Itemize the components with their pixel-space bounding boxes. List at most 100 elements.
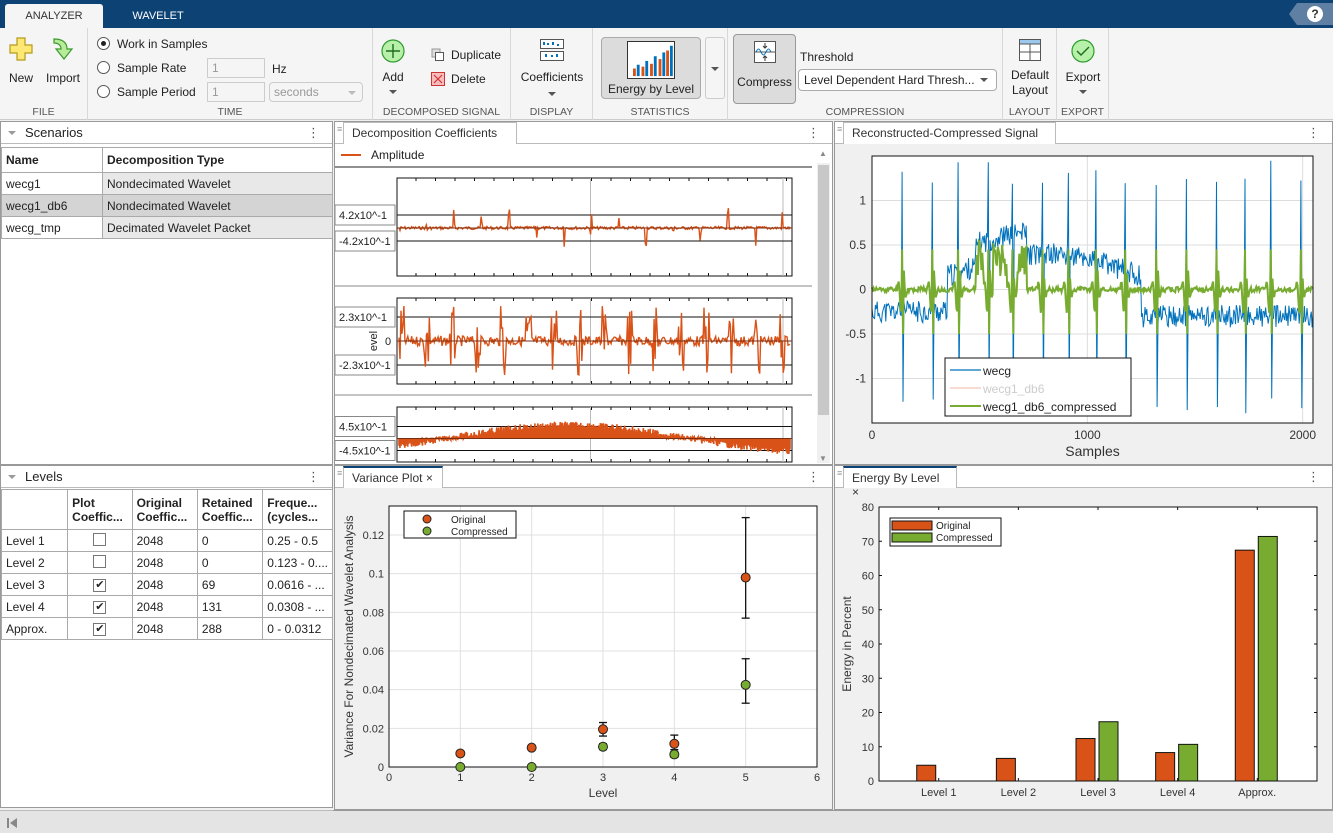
threshold-label: Threshold: [800, 50, 854, 64]
collapse-icon[interactable]: [8, 131, 16, 135]
import-button[interactable]: Import: [42, 36, 84, 85]
import-arrow-icon: [53, 38, 74, 60]
checkbox[interactable]: [93, 532, 107, 546]
scenarios-title: Scenarios: [25, 125, 83, 140]
plot-checkbox-cell[interactable]: [67, 551, 133, 574]
tab-analyzer[interactable]: ANALYZER: [5, 4, 103, 28]
new-button[interactable]: New: [2, 36, 40, 85]
level-name: Level 4: [0, 595, 69, 618]
collapse-left-icon[interactable]: [6, 817, 18, 829]
scenario-name[interactable]: wecg1: [1, 172, 103, 195]
checkbox-checked[interactable]: ✔: [93, 601, 107, 614]
frequency-range: 0.25 - 0.5: [262, 529, 333, 552]
panel-menu-icon[interactable]: ⋮: [1307, 469, 1320, 485]
sample-period-input[interactable]: 1: [207, 82, 265, 102]
compression-section: Compress Threshold Level Dependent Hard …: [728, 28, 1003, 120]
tab-wavelet[interactable]: WAVELET: [108, 4, 208, 28]
x-tick-label: 2000: [1289, 428, 1316, 442]
threshold-lower-label: -4.5x10^-1: [339, 446, 391, 458]
sample-period-unit-dropdown[interactable]: seconds: [269, 82, 363, 102]
layout-label: Layout: [1011, 83, 1049, 97]
level-name: Level 1: [0, 529, 69, 552]
checkbox-checked[interactable]: ✔: [93, 623, 107, 636]
collapse-icon[interactable]: [8, 475, 16, 479]
reconstructed-chart: -1 -0.5 0 0.5 1 0 1000 2000 wecg wecg1_db6 wecg1_d…: [845, 155, 1316, 459]
panel-menu-icon[interactable]: ⋮: [307, 125, 320, 141]
plot-checkbox-cell[interactable]: [67, 529, 133, 552]
help-button[interactable]: ?: [1289, 3, 1333, 25]
plot-checkbox-cell[interactable]: ✔: [67, 617, 133, 640]
status-bar-right: [333, 810, 1333, 833]
x-axis-label: Level: [589, 786, 618, 800]
column-header-name[interactable]: Name: [1, 147, 103, 173]
x-tick-label: 4: [671, 772, 677, 784]
drag-handle-icon[interactable]: ≡: [837, 124, 842, 134]
y-tick-label: 40: [862, 639, 874, 651]
legend-label: Compressed: [451, 527, 508, 538]
table-row[interactable]: wecg1 Nondecimated Wavelet: [1, 172, 333, 195]
table-row[interactable]: Level 1 2048 0 0.25 - 0.5: [0, 529, 333, 552]
time-section-label: TIME: [217, 106, 243, 118]
column-header-frequency[interactable]: Freque... (cycles...: [262, 489, 333, 530]
sample-period-radio[interactable]: Sample Period: [97, 85, 196, 99]
drag-handle-icon[interactable]: ≡: [337, 468, 342, 478]
table-row[interactable]: wecg_tmp Decimated Wavelet Packet: [1, 216, 333, 239]
retained-count: 131: [196, 595, 264, 618]
compress-button[interactable]: Compress: [733, 34, 796, 104]
duplicate-icon: [431, 48, 444, 61]
plot-checkbox-cell[interactable]: ✔: [67, 595, 133, 618]
table-row[interactable]: Level 3 ✔ 2048 69 0.0616 - ...: [0, 573, 333, 596]
column-header-plot[interactable]: Plot Coeffic...: [67, 489, 133, 530]
plot-checkbox-cell[interactable]: ✔: [67, 573, 133, 596]
scenario-name[interactable]: wecg1_db6: [1, 194, 103, 217]
tab-variance-plot[interactable]: Variance Plot ×: [343, 466, 443, 488]
table-row[interactable]: Approx. ✔ 2048 288 0 - 0.0312: [0, 617, 333, 640]
bar: [916, 764, 937, 782]
column-header-original[interactable]: Original Coeffic...: [131, 489, 198, 530]
column-header-retained[interactable]: Retained Coeffic...: [196, 489, 264, 530]
panel-menu-icon[interactable]: ⋮: [307, 469, 320, 485]
work-in-samples-radio[interactable]: Work in Samples: [97, 37, 207, 51]
y-tick-label: 0.02: [363, 723, 384, 735]
tab-energy-by-level[interactable]: Energy By Level ×: [843, 466, 957, 499]
statistics-gallery-dropdown[interactable]: [705, 37, 725, 99]
close-icon[interactable]: ×: [426, 471, 433, 485]
scenarios-panel: Scenarios ⋮ Name Decomposition Type wecg1…: [0, 121, 333, 465]
checkbox-checked[interactable]: ✔: [93, 579, 107, 592]
threshold-dropdown[interactable]: Level Dependent Hard Thresh...: [798, 69, 997, 91]
level-name: Level 3: [0, 573, 69, 596]
scenarios-table: Name Decomposition Type wecg1 Nondecimated…: [1, 147, 333, 239]
sample-rate-input[interactable]: 1: [207, 58, 265, 78]
y-tick-label: 50: [862, 605, 874, 617]
bar: [1257, 535, 1278, 782]
table-row[interactable]: Level 4 ✔ 2048 131 0.0308 - ...: [0, 595, 333, 618]
default-layout-button[interactable]: Default Layout: [1005, 38, 1055, 98]
export-section: Export EXPORT: [1057, 28, 1109, 120]
bar: [1178, 743, 1199, 782]
sample-rate-radio[interactable]: Sample Rate: [97, 61, 186, 75]
panel-menu-icon[interactable]: ⋮: [1307, 125, 1320, 141]
delete-button[interactable]: Delete: [431, 72, 486, 86]
import-label: Import: [45, 71, 80, 85]
coefficients-button[interactable]: Coefficients: [517, 38, 587, 96]
scenario-name[interactable]: wecg_tmp: [1, 216, 103, 239]
table-row[interactable]: Level 2 2048 0 0.123 - 0....: [0, 551, 333, 574]
column-header-type[interactable]: Decomposition Type: [102, 147, 333, 173]
x-tick-label: Level 4: [1160, 787, 1195, 799]
chevron-down-icon: [389, 90, 397, 94]
tab-reconstructed-signal[interactable]: Reconstructed-Compressed Signal: [843, 122, 1056, 144]
table-row-selected[interactable]: wecg1_db6 Nondecimated Wavelet: [1, 194, 333, 217]
drag-handle-icon[interactable]: ≡: [337, 124, 342, 134]
coefficients-icon: [540, 39, 564, 61]
panel-menu-icon[interactable]: ⋮: [807, 125, 820, 141]
tab-decomposition-coefficients[interactable]: Decomposition Coefficients: [343, 122, 517, 144]
panel-menu-icon[interactable]: ⋮: [807, 469, 820, 485]
drag-handle-icon[interactable]: ≡: [837, 468, 842, 478]
duplicate-button[interactable]: Duplicate: [431, 48, 501, 62]
data-point: [740, 572, 751, 583]
add-button[interactable]: Add: [377, 38, 409, 94]
bar: [995, 757, 1016, 782]
energy-by-level-button[interactable]: Energy by Level: [601, 37, 701, 99]
export-button[interactable]: Export: [1059, 38, 1107, 94]
checkbox[interactable]: [93, 554, 107, 568]
